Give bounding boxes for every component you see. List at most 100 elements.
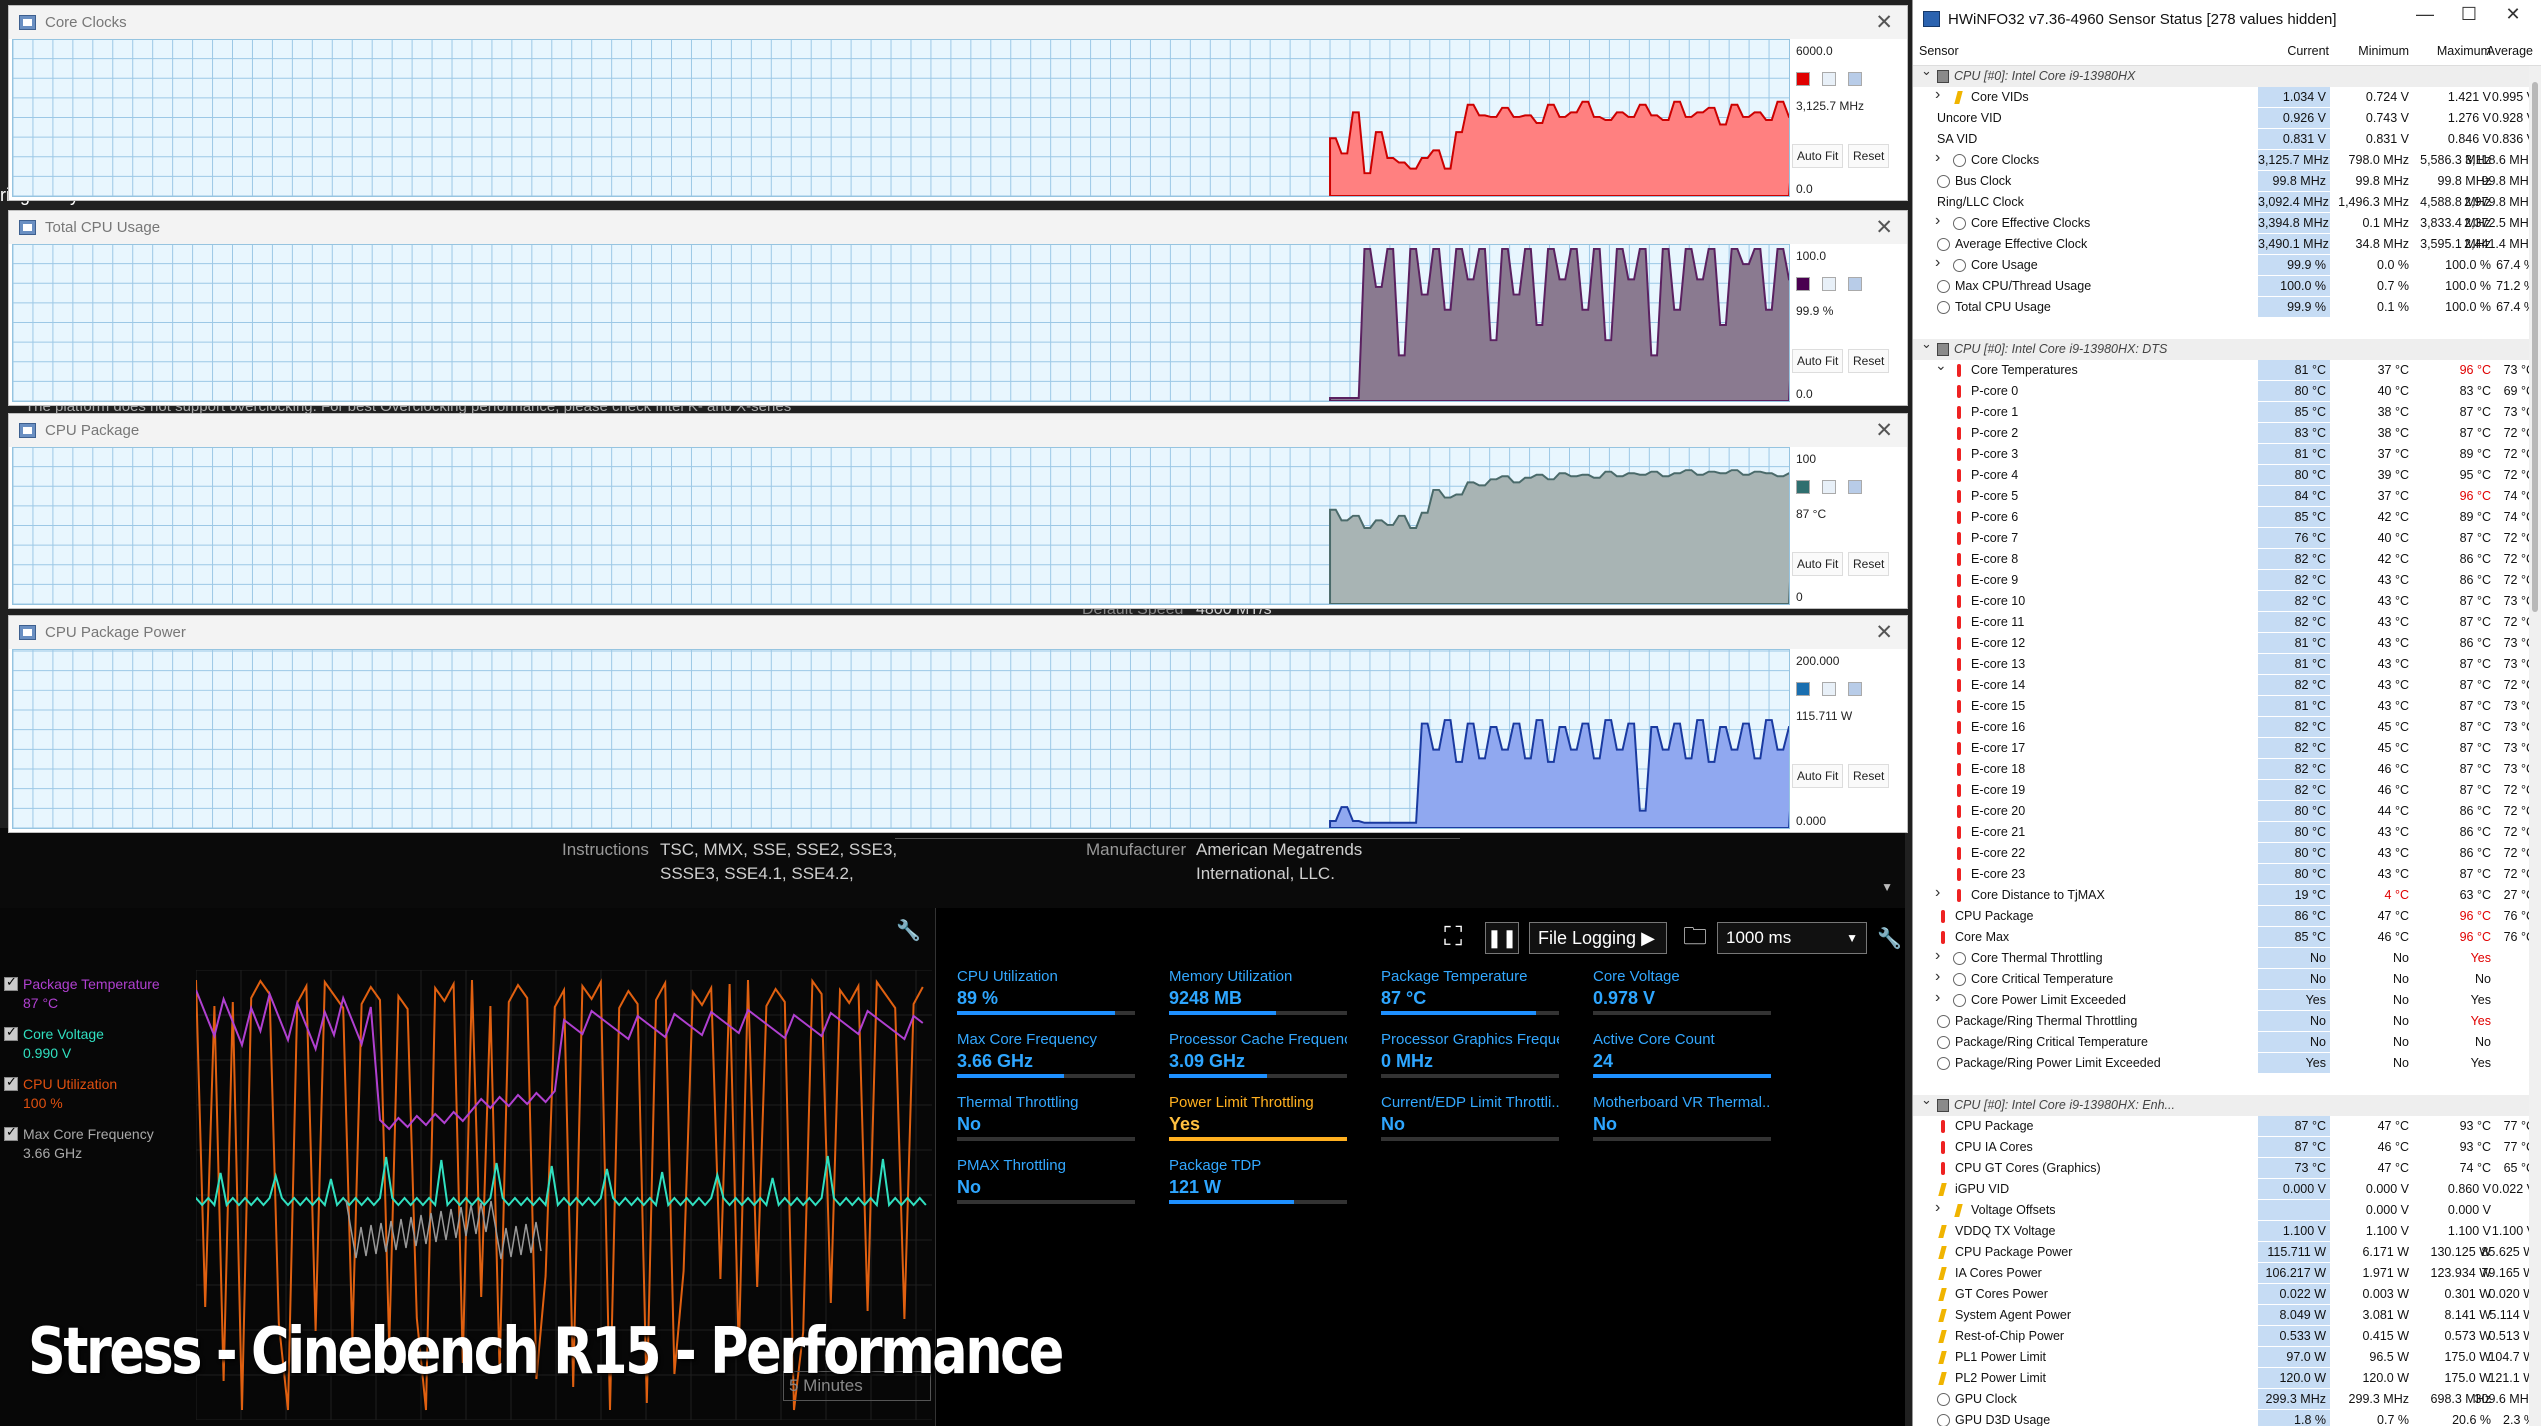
hwinfo-scrollbar[interactable]: [2529, 66, 2541, 1426]
max-color-swatch[interactable]: [1848, 277, 1862, 291]
sensor-row[interactable]: Average Effective Clock 3,490.1 MHz 34.8 M…: [1913, 234, 2530, 255]
legend-checkbox[interactable]: [4, 1124, 18, 1141]
sensor-row[interactable]: PL1 Power Limit 97.0 W 96.5 W 175.0 W 104.7 …: [1913, 1347, 2530, 1368]
sensor-row[interactable]: › Core Power Limit Exceeded Yes No Yes: [1913, 989, 2530, 1011]
chevron-right-icon[interactable]: ›: [1935, 884, 1940, 902]
graph-close-icon[interactable]: ✕: [1875, 418, 1893, 443]
graph-close-icon[interactable]: ✕: [1875, 620, 1893, 645]
series-color-swatch[interactable]: [1796, 277, 1810, 291]
chevron-right-icon[interactable]: ›: [1935, 212, 1940, 230]
chevron-down-icon[interactable]: ⌄: [1935, 357, 1947, 374]
collapse-arrow-icon[interactable]: ⌄: [1921, 1092, 1932, 1108]
chevron-right-icon[interactable]: ›: [1935, 947, 1940, 965]
sensor-row[interactable]: E-core 15 81 °C 43 °C 87 °C 73 °C: [1913, 696, 2530, 717]
sensor-row[interactable]: › Core Critical Temperature No No No: [1913, 968, 2530, 990]
auto-fit-button[interactable]: Auto Fit: [1792, 552, 1844, 576]
sensor-row[interactable]: E-core 14 82 °C 43 °C 87 °C 72 °C: [1913, 675, 2530, 696]
col-average[interactable]: Average: [2473, 44, 2533, 58]
sensor-row[interactable]: Package/Ring Thermal Throttling No No Yes: [1913, 1011, 2530, 1032]
minimize-button[interactable]: —: [2403, 4, 2447, 25]
sensor-row[interactable]: Package/Ring Power Limit Exceeded Yes No Ye…: [1913, 1053, 2530, 1074]
sensor-row[interactable]: Ring/LLC Clock 3,092.4 MHz 1,496.3 MHz 4,58…: [1913, 192, 2530, 213]
min-color-swatch[interactable]: [1822, 480, 1836, 494]
sensor-row[interactable]: P-core 1 85 °C 38 °C 87 °C 73 °C: [1913, 402, 2530, 423]
chevron-right-icon[interactable]: ›: [1935, 149, 1940, 167]
wrench-icon[interactable]: 🔧: [896, 918, 921, 943]
sensor-row[interactable]: E-core 18 82 °C 46 °C 87 °C 73 °C: [1913, 759, 2530, 780]
min-color-swatch[interactable]: [1822, 682, 1836, 696]
sensor-row[interactable]: CPU IA Cores 87 °C 46 °C 93 °C 77 °C: [1913, 1137, 2530, 1158]
sensor-row[interactable]: E-core 10 82 °C 43 °C 87 °C 73 °C: [1913, 591, 2530, 612]
sensor-row[interactable]: E-core 22 80 °C 43 °C 86 °C 72 °C: [1913, 843, 2530, 864]
max-color-swatch[interactable]: [1848, 682, 1862, 696]
auto-fit-button[interactable]: Auto Fit: [1792, 349, 1844, 373]
collapse-arrow-icon[interactable]: ⌄: [1921, 66, 1932, 79]
sensor-row[interactable]: E-core 9 82 °C 43 °C 86 °C 72 °C: [1913, 570, 2530, 591]
collapse-arrow-icon[interactable]: ⌄: [1921, 336, 1932, 352]
sensor-row[interactable]: P-core 4 80 °C 39 °C 95 °C 72 °C: [1913, 465, 2530, 486]
sensor-row[interactable]: iGPU VID 0.000 V 0.000 V 0.860 V0.022 V: [1913, 1179, 2530, 1200]
chevron-right-icon[interactable]: ›: [1935, 968, 1940, 986]
reset-button[interactable]: Reset: [1848, 764, 1890, 788]
chevron-right-icon[interactable]: ›: [1935, 1199, 1940, 1217]
col-sensor[interactable]: Sensor: [1919, 44, 1959, 58]
sensor-row[interactable]: P-core 7 76 °C 40 °C 87 °C 72 °C: [1913, 528, 2530, 549]
sensor-row[interactable]: P-core 3 81 °C 37 °C 89 °C 72 °C: [1913, 444, 2530, 465]
sensor-row[interactable]: › Core VIDs 1.034 V 0.724 V 1.421 V0.995 V: [1913, 86, 2530, 108]
sensor-row[interactable]: › Core Distance to TjMAX 19 °C 4 °C 63 °C 27 …: [1913, 884, 2530, 906]
sensor-row[interactable]: CPU Package 87 °C 47 °C 93 °C 77 °C: [1913, 1116, 2530, 1137]
max-color-swatch[interactable]: [1848, 72, 1862, 86]
sensor-row[interactable]: Core Max 85 °C 46 °C 96 °C 76 °C: [1913, 927, 2530, 948]
graph-close-icon[interactable]: ✕: [1875, 215, 1893, 240]
interval-select[interactable]: 1000 ms ▼: [1717, 922, 1867, 954]
sensor-row[interactable]: VDDQ TX Voltage 1.100 V 1.100 V 1.100 V 1.10…: [1913, 1221, 2530, 1242]
folder-icon[interactable]: 🗀: [1675, 922, 1715, 954]
chevron-right-icon[interactable]: ›: [1935, 989, 1940, 1007]
sensor-row[interactable]: IA Cores Power 106.217 W 1.971 W 123.934 W7…: [1913, 1263, 2530, 1284]
sensor-row[interactable]: Max CPU/Thread Usage 100.0 % 0.7 % 100.0 % 7…: [1913, 276, 2530, 297]
settings-wrench-icon[interactable]: 🔧: [1877, 926, 1902, 951]
sensor-row[interactable]: E-core 20 80 °C 44 °C 86 °C 72 °C: [1913, 801, 2530, 822]
sensor-row[interactable]: CPU Package 86 °C 47 °C 96 °C 76 °C: [1913, 906, 2530, 927]
sensor-row[interactable]: GPU D3D Usage 1.8 % 0.7 % 20.6 % 2.3 %: [1913, 1410, 2530, 1426]
sensor-group-header[interactable]: ⌄ CPU [#0]: Intel Core i9-13980HX: [1913, 66, 2530, 87]
series-color-swatch[interactable]: [1796, 480, 1810, 494]
sensor-row[interactable]: ⌄ Core Temperatures 81 °C 37 °C 96 °C 73 °C: [1913, 357, 2530, 381]
sensor-row[interactable]: E-core 21 80 °C 43 °C 86 °C 72 °C: [1913, 822, 2530, 843]
sensor-row[interactable]: Uncore VID 0.926 V 0.743 V 1.276 V0.928 V: [1913, 108, 2530, 129]
sensor-row[interactable]: E-core 8 82 °C 42 °C 86 °C 72 °C: [1913, 549, 2530, 570]
sensor-row[interactable]: E-core 16 82 °C 45 °C 87 °C 73 °C: [1913, 717, 2530, 738]
series-color-swatch[interactable]: [1796, 682, 1810, 696]
sensor-row[interactable]: System Agent Power 8.049 W 3.081 W 8.141 W5…: [1913, 1305, 2530, 1326]
sensor-row[interactable]: E-core 12 81 °C 43 °C 86 °C 73 °C: [1913, 633, 2530, 654]
maximize-button[interactable]: ☐: [2447, 4, 2491, 25]
auto-fit-button[interactable]: Auto Fit: [1792, 144, 1844, 168]
sensor-row[interactable]: E-core 23 80 °C 43 °C 87 °C 72 °C: [1913, 864, 2530, 885]
scroll-thumb[interactable]: [2532, 82, 2538, 612]
sensor-row[interactable]: › Core Thermal Throttling No No Yes: [1913, 947, 2530, 969]
legend-checkbox[interactable]: [4, 1024, 18, 1041]
series-color-swatch[interactable]: [1796, 72, 1810, 86]
chevron-right-icon[interactable]: ›: [1935, 86, 1940, 104]
sensor-group-header[interactable]: ⌄ CPU [#0]: Intel Core i9-13980HX: DTS: [1913, 336, 2530, 360]
sensor-row[interactable]: E-core 13 81 °C 43 °C 87 °C 73 °C: [1913, 654, 2530, 675]
sensor-row[interactable]: Rest-of-Chip Power 0.533 W 0.415 W 0.573 W0…: [1913, 1326, 2530, 1347]
sensor-row[interactable]: Bus Clock 99.8 MHz 99.8 MHz 99.8 MHz 99.8 MH…: [1913, 171, 2530, 192]
chevron-right-icon[interactable]: ›: [1935, 254, 1940, 272]
sensor-row[interactable]: E-core 17 82 °C 45 °C 87 °C 73 °C: [1913, 738, 2530, 759]
close-button[interactable]: ✕: [2491, 4, 2535, 25]
sensor-row[interactable]: P-core 5 84 °C 37 °C 96 °C 74 °C: [1913, 486, 2530, 507]
sensor-row[interactable]: Package/Ring Critical Temperature No No No: [1913, 1032, 2530, 1053]
sensor-row[interactable]: GT Cores Power 0.022 W 0.003 W 0.301 W 0.020…: [1913, 1284, 2530, 1305]
sensor-row[interactable]: › Core Usage 99.9 % 0.0 % 100.0 % 67.4 %: [1913, 254, 2530, 276]
pause-button[interactable]: ❚❚: [1485, 922, 1519, 954]
sensor-row[interactable]: P-core 2 83 °C 38 °C 87 °C 72 °C: [1913, 423, 2530, 444]
sensor-row[interactable]: SA VID 0.831 V 0.831 V 0.846 V0.836 V: [1913, 129, 2530, 150]
sensor-row[interactable]: P-core 6 85 °C 42 °C 89 °C 74 °C: [1913, 507, 2530, 528]
sensor-row[interactable]: E-core 19 82 °C 46 °C 87 °C 72 °C: [1913, 780, 2530, 801]
sensor-row[interactable]: CPU GT Cores (Graphics) 73 °C 47 °C 74 °C 65…: [1913, 1158, 2530, 1179]
bg-scroll-down-arrow-icon[interactable]: ▼: [1881, 880, 1893, 894]
reset-button[interactable]: Reset: [1848, 349, 1890, 373]
reset-button[interactable]: Reset: [1848, 144, 1890, 168]
reset-button[interactable]: Reset: [1848, 552, 1890, 576]
